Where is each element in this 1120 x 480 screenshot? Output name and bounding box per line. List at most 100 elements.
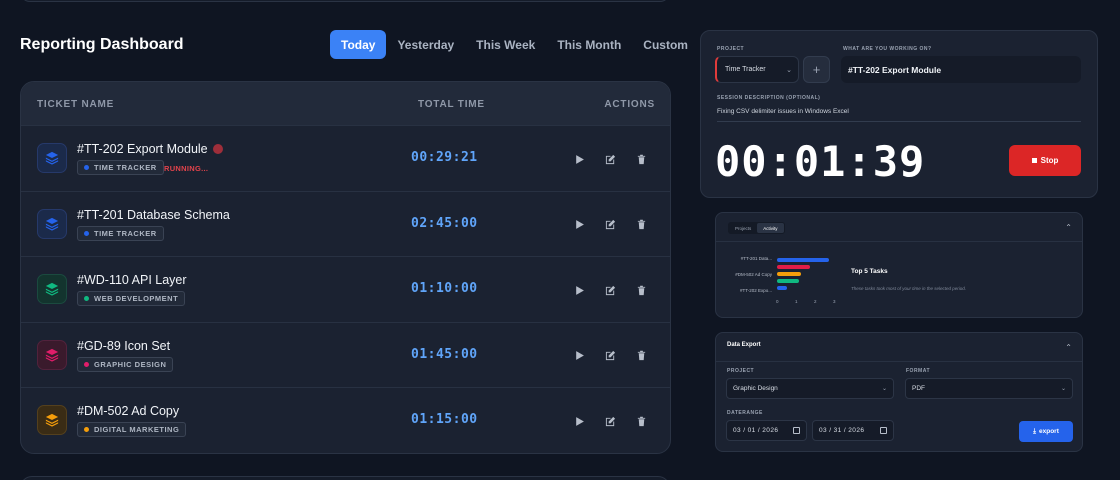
- date-from-value: 03 / 01 / 2026: [733, 427, 779, 434]
- range-tab-today[interactable]: Today: [330, 30, 387, 59]
- chevron-down-icon: ⌄: [881, 386, 887, 392]
- edit-icon[interactable]: [603, 414, 617, 428]
- export-format-label: FORMAT: [906, 368, 931, 374]
- column-actions: ACTIONS: [604, 99, 655, 110]
- session-description-input[interactable]: Fixing CSV delimiter issues in Windows E…: [717, 108, 1081, 122]
- export-label: export: [1039, 428, 1059, 435]
- project-dot: [84, 230, 89, 236]
- play-icon[interactable]: [572, 349, 586, 363]
- table-row[interactable]: #TT-201 Database Schema TIME TRACKER 02:45…: [21, 190, 670, 256]
- ticket-title: #GD-89 Icon Set: [77, 339, 170, 353]
- project-badge-label: DIGITAL MARKETING: [94, 425, 180, 435]
- trash-icon[interactable]: [634, 283, 648, 297]
- project-badge-label: GRAPHIC DESIGN: [94, 359, 167, 369]
- trash-icon[interactable]: [634, 414, 648, 428]
- table-row[interactable]: #DM-502 Ad Copy DIGITAL MARKETING 01:15:00: [21, 387, 670, 452]
- table-row[interactable]: #TT-202 Export Module TIME TRACKER RUNNING…: [21, 125, 670, 190]
- table-row[interactable]: #WD-110 API Layer WEB DEVELOPMENT 01:10:00: [21, 256, 670, 321]
- chart-bar: [777, 265, 811, 269]
- project-badge-label: TIME TRACKER: [94, 163, 157, 172]
- project-select[interactable]: Time Tracker ⌄: [715, 56, 799, 83]
- calendar-icon: [793, 427, 800, 434]
- chart-bar: [777, 279, 800, 283]
- export-format-value: PDF: [912, 385, 925, 392]
- next-card-edge: [20, 476, 670, 480]
- export-format-select[interactable]: PDF ⌄: [905, 378, 1073, 399]
- stop-button[interactable]: Stop: [1009, 145, 1081, 176]
- export-title: Data Export: [727, 342, 761, 348]
- chart-bar: [777, 286, 787, 290]
- export-project-label: PROJECT: [727, 368, 755, 374]
- chevron-down-icon: ⌄: [1060, 386, 1066, 392]
- trash-icon[interactable]: [634, 349, 648, 363]
- range-tabs: Today Yesterday This Week This Month Custom: [330, 30, 699, 60]
- ticket-title: #DM-502 Ad Copy: [77, 404, 179, 418]
- tab-projects[interactable]: Projects: [729, 223, 757, 233]
- project-badge: WEB DEVELOPMENT: [77, 291, 186, 307]
- ticket-title: #WD-110 API Layer: [77, 273, 187, 287]
- total-time: 01:15:00: [411, 412, 478, 428]
- table-row[interactable]: #GD-89 Icon Set GRAPHIC DESIGN 01:45:00: [21, 321, 670, 387]
- range-tab-this-month[interactable]: This Month: [546, 30, 632, 59]
- edit-icon[interactable]: [603, 218, 617, 232]
- row-actions: [572, 349, 648, 363]
- work-label: WHAT ARE YOU WORKING ON?: [843, 46, 932, 52]
- project-select-value: Time Tracker: [725, 66, 766, 73]
- date-from-input[interactable]: 03 / 01 / 2026: [726, 420, 807, 441]
- chevron-up-icon[interactable]: ⌃: [1065, 343, 1072, 352]
- date-to-input[interactable]: 03 / 31 / 2026: [812, 420, 894, 441]
- layers-icon: [37, 405, 67, 436]
- project-badge: TIME TRACKER: [77, 160, 164, 175]
- project-dot: [84, 296, 89, 302]
- chart-axis-tick: 2: [814, 299, 817, 304]
- export-card: Data Export ⌃ PROJECT FORMAT Graphic Des…: [715, 332, 1083, 452]
- total-time: 02:45:00: [411, 215, 478, 231]
- row-actions: [572, 414, 648, 428]
- edit-icon[interactable]: [603, 152, 617, 166]
- download-icon: ⤓: [1033, 427, 1036, 435]
- chevron-up-icon[interactable]: ⌃: [1065, 223, 1072, 232]
- elapsed-timer: 00:01:39: [715, 137, 926, 186]
- chart-bar: [777, 272, 801, 276]
- divider: [716, 241, 1082, 242]
- session-description-label: SESSION DESCRIPTION (OPTIONAL): [717, 95, 821, 101]
- chart-tick-label: #TT-202 Expo...: [739, 288, 772, 293]
- chart-bar: [777, 258, 830, 262]
- edit-icon[interactable]: [603, 349, 617, 363]
- top5-subtitle: These tasks took most of your time in th…: [851, 286, 967, 291]
- work-input[interactable]: #TT-202 Export Module: [841, 56, 1081, 83]
- play-icon[interactable]: [572, 218, 586, 232]
- table-header: TICKET NAME TOTAL TIME ACTIONS: [21, 82, 670, 125]
- project-dot: [84, 427, 89, 433]
- tickets-table: TICKET NAME TOTAL TIME ACTIONS #TT-202 E…: [20, 81, 671, 454]
- play-icon[interactable]: [572, 283, 586, 297]
- chart-axis-tick: 1: [795, 299, 798, 304]
- trash-icon[interactable]: [634, 218, 648, 232]
- recording-dot-icon: [212, 144, 223, 154]
- export-button[interactable]: ⤓ export: [1019, 421, 1073, 442]
- layers-icon: [37, 274, 67, 305]
- chart-tick-label: #TT-201 Data...: [740, 256, 772, 261]
- page-title: Reporting Dashboard: [20, 36, 184, 53]
- range-tab-custom[interactable]: Custom: [632, 30, 699, 59]
- edit-icon[interactable]: [603, 283, 617, 297]
- play-icon[interactable]: [572, 152, 586, 166]
- total-time: 01:45:00: [411, 346, 478, 362]
- date-to-value: 03 / 31 / 2026: [819, 427, 865, 434]
- stop-icon: [1031, 158, 1037, 163]
- trash-icon[interactable]: [634, 152, 648, 166]
- ticket-title-text: #WD-110 API Layer: [77, 273, 187, 288]
- add-project-button[interactable]: +: [803, 56, 830, 83]
- project-badge-label: TIME TRACKER: [94, 228, 157, 238]
- range-tab-yesterday[interactable]: Yesterday: [386, 30, 465, 59]
- tab-activity[interactable]: Activity: [757, 223, 784, 233]
- stop-label: Stop: [1040, 156, 1059, 165]
- play-icon[interactable]: [572, 414, 586, 428]
- activity-tabs: Projects Activity: [728, 222, 785, 234]
- calendar-icon: [880, 427, 887, 434]
- running-status: RUNNING...: [164, 164, 209, 173]
- export-project-select[interactable]: Graphic Design ⌄: [726, 378, 894, 399]
- layers-icon: [37, 143, 67, 173]
- range-tab-this-week[interactable]: This Week: [465, 30, 546, 59]
- project-badge: DIGITAL MARKETING: [77, 422, 187, 438]
